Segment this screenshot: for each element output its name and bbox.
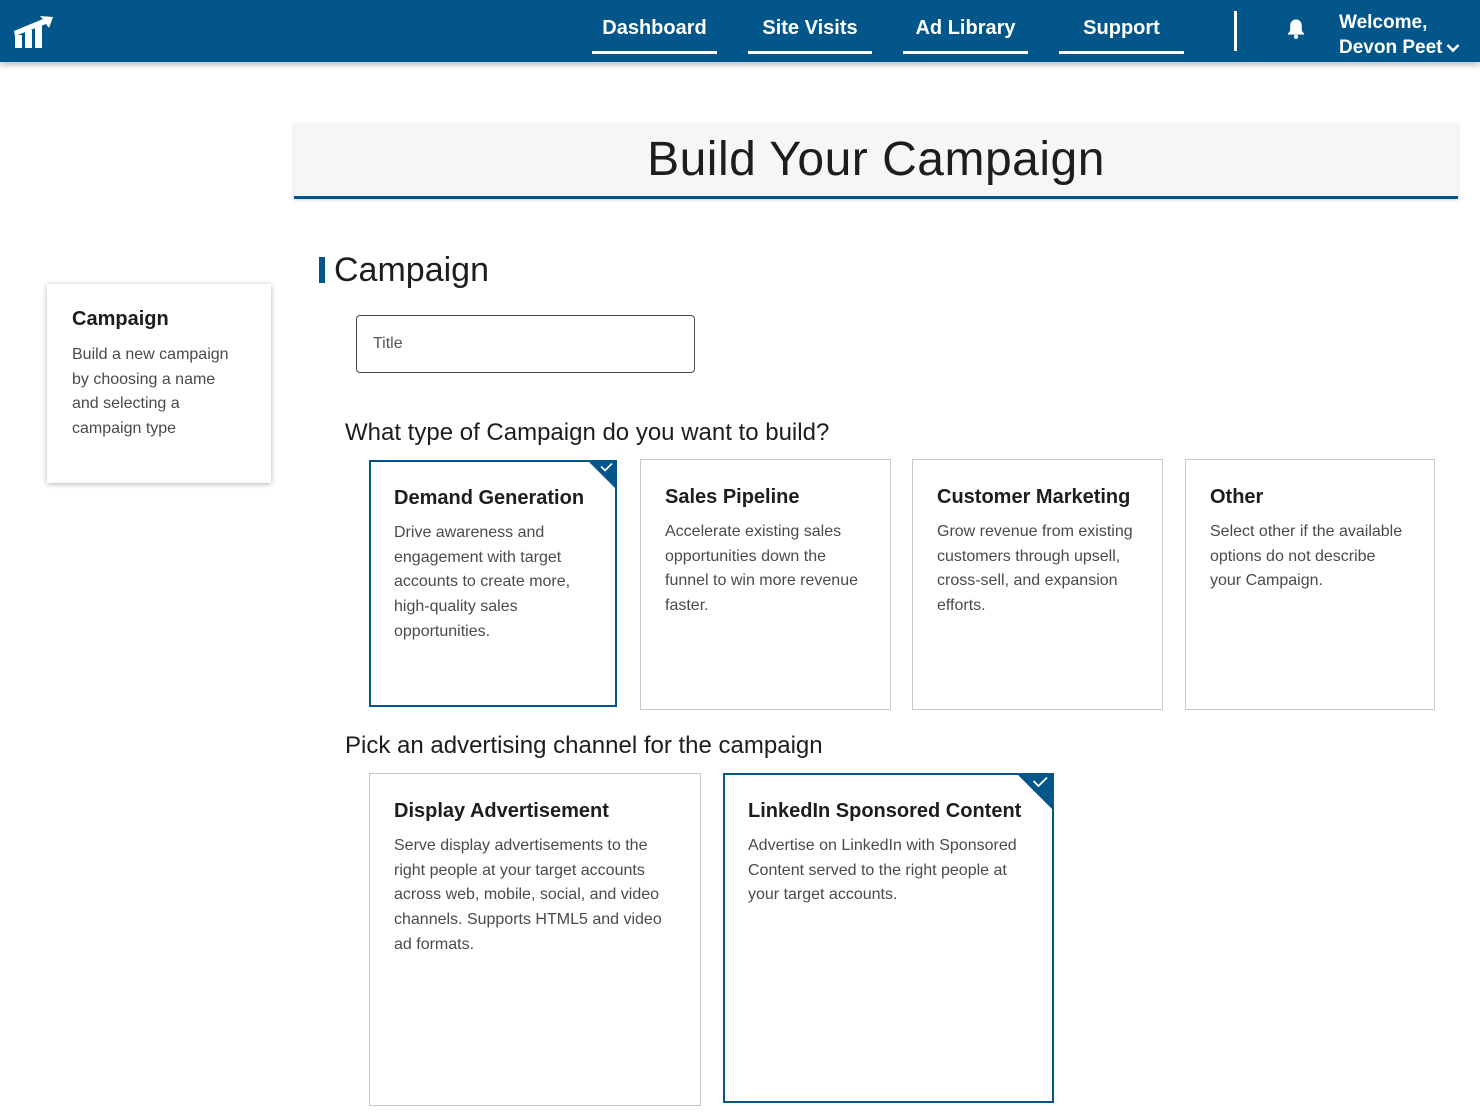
- nav-divider: [1234, 11, 1237, 51]
- channel-question: Pick an advertising channel for the camp…: [345, 732, 823, 759]
- page-header: Build Your Campaign: [294, 123, 1458, 199]
- channel-linkedin-sponsored-content[interactable]: LinkedIn Sponsored Content Advertise on …: [723, 773, 1054, 1103]
- campaign-title-input[interactable]: [356, 315, 695, 373]
- step-description: Build a new campaign by choosing a name …: [72, 346, 229, 438]
- bar-chart-logo-icon[interactable]: [13, 16, 53, 48]
- top-nav-bar: Dashboard Site Visits Ad Library Support…: [0, 0, 1480, 62]
- user-menu[interactable]: Welcome, Devon Peet: [1339, 10, 1460, 60]
- step-card-campaign[interactable]: Campaign Build a new campaign by choosin…: [47, 284, 271, 483]
- nav-site-visits[interactable]: Site Visits: [748, 0, 872, 54]
- step-title: Campaign: [72, 308, 169, 330]
- card-description: Select other if the available options do…: [1210, 523, 1403, 590]
- nav-support[interactable]: Support: [1059, 0, 1184, 54]
- card-title: LinkedIn Sponsored Content: [748, 800, 1022, 822]
- channel-display-advertisement[interactable]: Display Advertisement Serve display adve…: [369, 773, 701, 1106]
- card-description: Drive awareness and engagement with targ…: [394, 524, 571, 640]
- campaign-type-question: What type of Campaign do you want to bui…: [345, 419, 830, 446]
- card-title: Other: [1210, 486, 1264, 508]
- section-title: Campaign: [334, 251, 489, 289]
- selected-check-icon: [1018, 775, 1052, 809]
- campaign-type-sales-pipeline[interactable]: Sales Pipeline Accelerate existing sales…: [640, 459, 891, 710]
- nav-dashboard[interactable]: Dashboard: [592, 0, 717, 54]
- campaign-type-other[interactable]: Other Select other if the available opti…: [1185, 459, 1435, 710]
- card-description: Grow revenue from existing customers thr…: [937, 523, 1133, 615]
- user-name: Devon Peet: [1339, 37, 1443, 58]
- selected-check-icon: [589, 462, 615, 488]
- card-title: Demand Generation: [394, 487, 585, 509]
- campaign-type-demand-generation[interactable]: Demand Generation Drive awareness and en…: [369, 460, 617, 707]
- card-title: Customer Marketing: [937, 486, 1131, 508]
- nav-ad-library[interactable]: Ad Library: [903, 0, 1028, 54]
- welcome-text: Welcome,: [1339, 12, 1428, 33]
- card-title: Sales Pipeline: [665, 486, 800, 508]
- section-accent-bar: [319, 257, 325, 283]
- bell-icon[interactable]: [1286, 18, 1306, 40]
- card-title: Display Advertisement: [394, 800, 609, 822]
- card-description: Serve display advertisements to the righ…: [394, 837, 662, 953]
- page-title: Build Your Campaign: [647, 133, 1105, 186]
- card-description: Accelerate existing sales opportunities …: [665, 523, 858, 615]
- card-description: Advertise on LinkedIn with Sponsored Con…: [748, 837, 1017, 904]
- chevron-down-icon: [1447, 44, 1460, 53]
- campaign-type-customer-marketing[interactable]: Customer Marketing Grow revenue from exi…: [912, 459, 1163, 710]
